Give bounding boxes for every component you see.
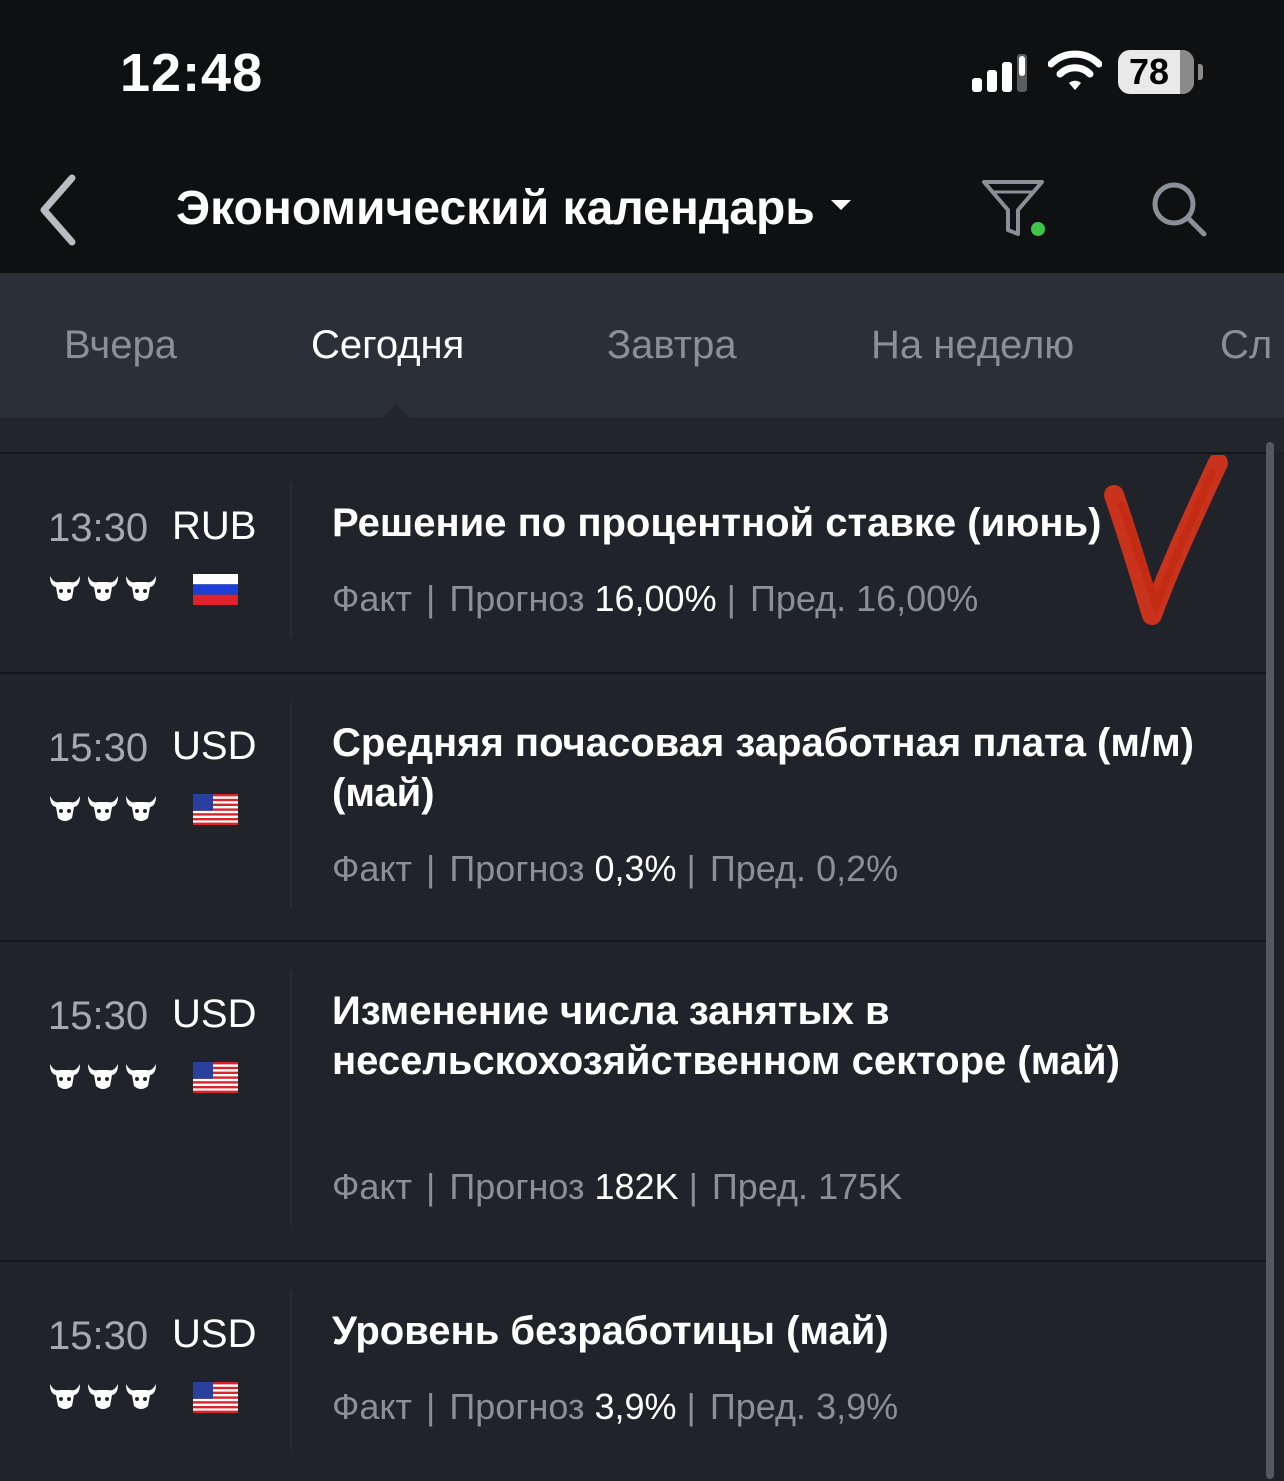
status-time: 12:48 bbox=[120, 43, 264, 103]
caret-down-icon bbox=[830, 200, 851, 210]
prev-label: Пред. bbox=[749, 578, 847, 619]
tab-yesterday[interactable]: Вчера bbox=[64, 323, 177, 368]
usa-flag-icon bbox=[193, 1062, 238, 1093]
tab-tomorrow[interactable]: Завтра bbox=[607, 323, 737, 368]
search-icon[interactable] bbox=[1148, 178, 1210, 240]
event-time: 15:30 bbox=[48, 994, 149, 1038]
prev-value: 16,00% bbox=[856, 578, 979, 619]
filter-active-dot bbox=[1031, 222, 1045, 236]
forecast-label: Прогноз bbox=[449, 1166, 585, 1207]
event-title: Средняя почасовая заработная плата (м/м)… bbox=[332, 721, 1194, 815]
prev-value: 3,9% bbox=[816, 1386, 899, 1427]
fact-label: Факт bbox=[332, 848, 413, 889]
event-currency: USD bbox=[172, 1312, 257, 1356]
forecast-value: 16,00% bbox=[594, 578, 717, 619]
event-time: 13:30 bbox=[48, 506, 149, 550]
forecast-label: Прогноз bbox=[449, 578, 585, 619]
forecast-value: 182K bbox=[594, 1166, 679, 1207]
cellular-signal-icon bbox=[972, 54, 1027, 92]
event-time: 15:30 bbox=[48, 1314, 149, 1358]
event-values: Факт | Прогноз 16,00% | Пред. 16,00% bbox=[332, 578, 979, 619]
russia-flag-icon bbox=[193, 574, 238, 605]
prev-value: 0,2% bbox=[816, 848, 899, 889]
event-row[interactable]: 15:30 USD Изменение числа занятых в несе… bbox=[0, 940, 1266, 1262]
battery-level: 78 bbox=[1128, 51, 1170, 92]
fact-label: Факт bbox=[332, 1166, 413, 1207]
bull-importance-icon bbox=[50, 1384, 156, 1409]
bull-importance-icon bbox=[50, 796, 156, 821]
prev-label: Пред. bbox=[711, 1166, 809, 1207]
bull-importance-icon bbox=[50, 576, 156, 601]
event-row[interactable]: 15:30 USD Уровень безработицы (май) Факт… bbox=[0, 1260, 1266, 1481]
usa-flag-icon bbox=[193, 794, 238, 825]
event-values: Факт | Прогноз 182K | Пред. 175K bbox=[332, 1166, 903, 1207]
event-currency: USD bbox=[172, 724, 257, 768]
tab-today[interactable]: Сегодня bbox=[311, 323, 464, 368]
prev-label: Пред. bbox=[709, 848, 807, 889]
nav-bar: Экономический календарь bbox=[0, 140, 1284, 275]
filter-icon[interactable] bbox=[978, 174, 1054, 244]
event-currency: USD bbox=[172, 992, 257, 1036]
fact-label: Факт bbox=[332, 578, 413, 619]
date-tabs: Вчера Сегодня Завтра На неделю Сл bbox=[0, 275, 1284, 418]
event-title: Изменение числа занятых в несельскохозяй… bbox=[332, 989, 1120, 1083]
forecast-label: Прогноз bbox=[449, 848, 585, 889]
event-title: Уровень безработицы (май) bbox=[332, 1309, 889, 1353]
tab-week[interactable]: На неделю bbox=[871, 323, 1074, 368]
active-tab-indicator bbox=[382, 404, 410, 418]
battery-indicator: 78 bbox=[1118, 50, 1204, 96]
event-values: Факт | Прогноз 3,9% | Пред. 3,9% bbox=[332, 1386, 899, 1427]
forecast-value: 0,3% bbox=[594, 848, 677, 889]
forecast-value: 3,9% bbox=[594, 1386, 677, 1427]
prev-label: Пред. bbox=[709, 1386, 807, 1427]
tab-next[interactable]: Сл bbox=[1220, 323, 1272, 368]
bull-importance-icon bbox=[50, 1064, 156, 1089]
event-time: 15:30 bbox=[48, 726, 149, 770]
usa-flag-icon bbox=[193, 1382, 238, 1413]
fact-label: Факт bbox=[332, 1386, 413, 1427]
page-title: Экономический календарь bbox=[176, 181, 815, 235]
event-values: Факт | Прогноз 0,3% | Пред. 0,2% bbox=[332, 848, 899, 889]
event-title: Решение по процентной ставке (июнь) bbox=[332, 501, 1102, 545]
forecast-label: Прогноз bbox=[449, 1386, 585, 1427]
calendar-type-dropdown[interactable]: Экономический календарь bbox=[176, 176, 851, 240]
event-row[interactable]: 13:30 RUB Решение по процентной ставке (… bbox=[0, 452, 1266, 674]
status-bar: 12:48 78 bbox=[0, 0, 1284, 140]
event-row[interactable]: 15:30 USD Средняя почасовая заработная п… bbox=[0, 672, 1266, 942]
prev-value: 175K bbox=[818, 1166, 903, 1207]
scrollbar[interactable] bbox=[1266, 442, 1274, 1479]
wifi-icon bbox=[1048, 50, 1102, 90]
back-chevron-icon[interactable] bbox=[30, 170, 90, 250]
event-currency: RUB bbox=[172, 504, 257, 548]
